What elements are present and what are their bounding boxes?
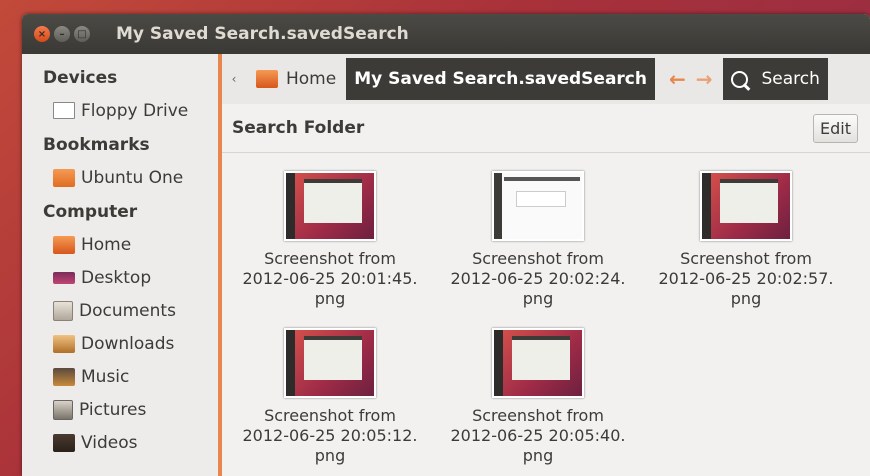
documents-icon — [53, 300, 73, 321]
home-folder-icon — [256, 70, 278, 88]
toolbar: ‹ Home My Saved Search.savedSearch ← → S… — [222, 54, 870, 104]
sidebar-header-devices: Devices — [43, 68, 118, 88]
close-window-button[interactable]: × — [34, 26, 50, 42]
edit-button[interactable]: Edit — [813, 113, 858, 143]
maximize-window-button[interactable]: □ — [74, 26, 90, 42]
main-pane: ‹ Home My Saved Search.savedSearch ← → S… — [222, 54, 870, 476]
music-icon — [53, 367, 75, 386]
sidebar-item-floppy-drive[interactable]: Floppy Drive — [22, 94, 218, 127]
downloads-icon — [53, 334, 75, 353]
sidebar-item-ubuntu-one[interactable]: Ubuntu One — [22, 161, 218, 194]
sidebar-item-label: Desktop — [81, 267, 152, 288]
sidebar-item-music[interactable]: Music — [22, 360, 218, 393]
breadcrumb-home[interactable]: Home — [246, 62, 346, 96]
file-name-line: Screenshot from — [680, 249, 812, 268]
sidebar-item-label: Floppy Drive — [81, 100, 189, 121]
sidebar-header-bookmarks: Bookmarks — [43, 135, 150, 155]
sidebar-item-home[interactable]: Home — [22, 228, 218, 261]
file-name-line: png — [522, 289, 554, 308]
search-folder-bar: Search Folder Edit — [222, 104, 870, 153]
file-name-line: 2012-06-25 20:05:12. — [242, 426, 418, 445]
window-title: My Saved Search.savedSearch — [116, 24, 409, 44]
file-name-line: Screenshot from — [472, 249, 604, 268]
sidebar-item-label: Ubuntu One — [81, 167, 184, 188]
file-name-line: 2012-06-25 20:02:24. — [450, 269, 626, 288]
breadcrumb-scroll-left-button[interactable]: ‹ — [222, 72, 246, 86]
search-button[interactable]: Search — [722, 58, 828, 100]
image-thumbnail — [284, 171, 376, 241]
file-name-line: Screenshot from — [472, 406, 604, 425]
file-name-line: 2012-06-25 20:05:40. — [450, 426, 626, 445]
image-thumbnail — [700, 171, 792, 241]
desktop-icon — [53, 271, 75, 284]
sidebar-item-label: Documents — [79, 300, 176, 321]
image-thumbnail — [492, 171, 584, 241]
titlebar[interactable]: × – □ My Saved Search.savedSearch — [22, 14, 870, 54]
breadcrumb-home-label: Home — [286, 69, 337, 89]
videos-icon — [53, 433, 75, 452]
pictures-icon — [53, 399, 73, 420]
sidebar-header-computer: Computer — [43, 202, 138, 222]
sidebar-item-documents[interactable]: Documents — [22, 294, 218, 327]
file-item[interactable]: Screenshot from 2012-06-25 20:01:45. png — [227, 171, 433, 309]
sidebar: Devices Floppy Drive Bookmarks Ubuntu On… — [22, 54, 218, 476]
search-label: Search — [761, 69, 820, 89]
file-name-line: Screenshot from — [264, 406, 396, 425]
file-name-line: 2012-06-25 20:02:57. — [658, 269, 834, 288]
sidebar-item-label: Music — [81, 366, 130, 387]
file-name-line: png — [522, 446, 554, 465]
search-folder-label: Search Folder — [232, 118, 365, 138]
sidebar-item-desktop[interactable]: Desktop — [22, 261, 218, 294]
file-grid: Screenshot from 2012-06-25 20:01:45. png… — [222, 152, 870, 476]
floppy-icon — [53, 102, 75, 119]
file-item[interactable]: Screenshot from 2012-06-25 20:02:57. png — [643, 171, 849, 309]
image-thumbnail — [284, 328, 376, 398]
sidebar-item-videos[interactable]: Videos — [22, 426, 218, 459]
file-item[interactable]: Screenshot from 2012-06-25 20:02:24. png — [435, 171, 641, 309]
back-button[interactable]: ← — [669, 67, 686, 91]
folder-icon — [53, 168, 75, 187]
file-name-line: 2012-06-25 20:01:45. — [242, 269, 418, 288]
forward-button[interactable]: → — [696, 67, 713, 91]
sidebar-item-label: Pictures — [79, 399, 147, 420]
file-name-line: Screenshot from — [264, 249, 396, 268]
search-icon — [730, 70, 748, 88]
minimize-window-button[interactable]: – — [54, 26, 70, 42]
breadcrumb-current[interactable]: My Saved Search.savedSearch — [346, 58, 655, 100]
sidebar-item-label: Home — [81, 234, 132, 255]
file-name-line: png — [314, 289, 346, 308]
home-folder-icon — [53, 235, 75, 254]
sidebar-item-downloads[interactable]: Downloads — [22, 327, 218, 360]
file-item[interactable]: Screenshot from 2012-06-25 20:05:40. png — [435, 328, 641, 466]
file-manager-window: × – □ My Saved Search.savedSearch Device… — [22, 14, 870, 476]
sidebar-item-label: Downloads — [81, 333, 175, 354]
file-name-line: png — [314, 446, 346, 465]
sidebar-item-label: Videos — [81, 432, 138, 453]
sidebar-item-pictures[interactable]: Pictures — [22, 393, 218, 426]
file-item[interactable]: Screenshot from 2012-06-25 20:05:12. png — [227, 328, 433, 466]
file-name-line: png — [730, 289, 762, 308]
image-thumbnail — [492, 328, 584, 398]
